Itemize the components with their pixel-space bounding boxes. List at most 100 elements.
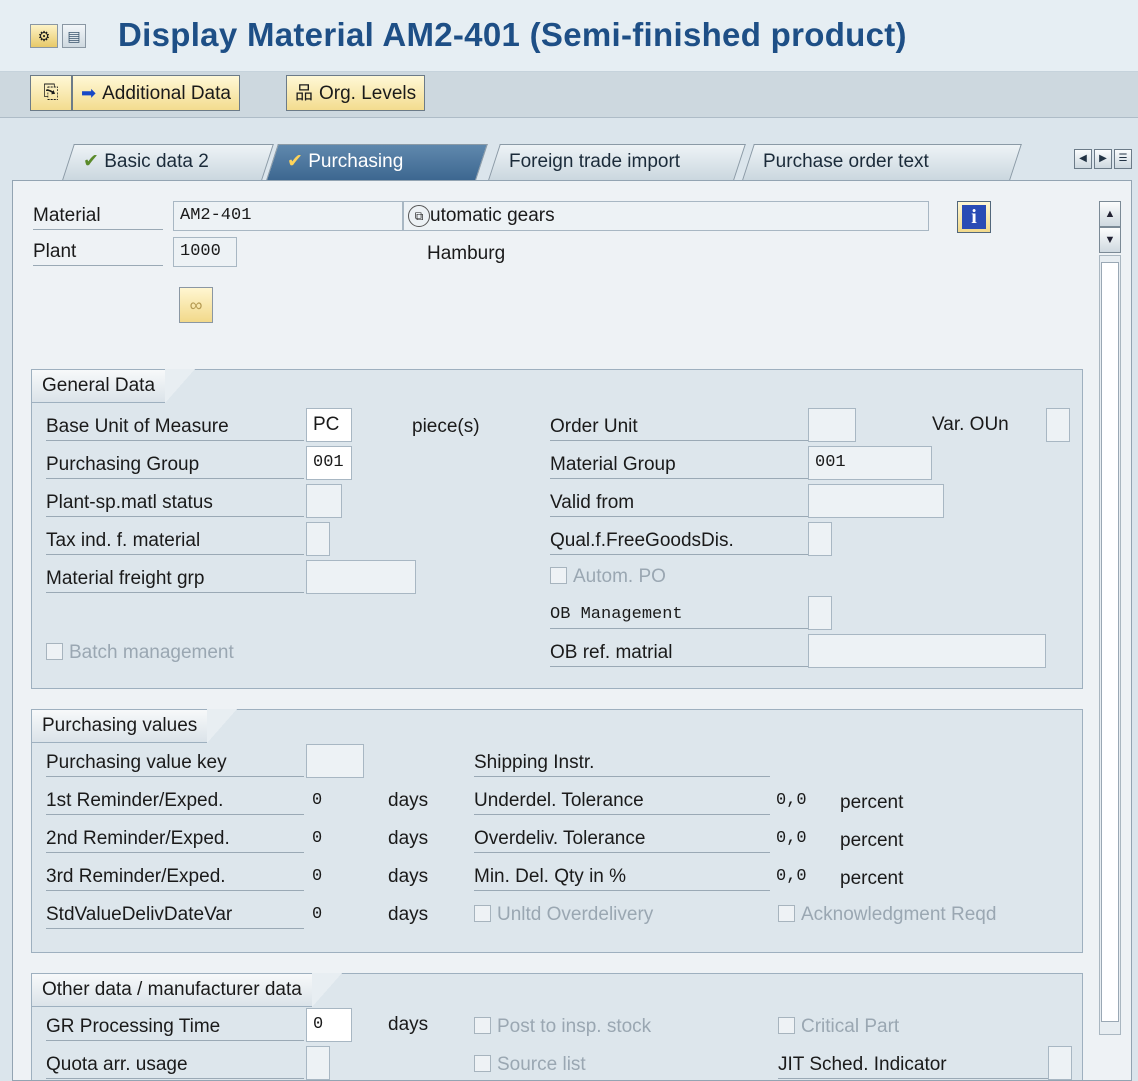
reminder-1-value[interactable]: 0	[312, 788, 322, 814]
qual-free-goods-field[interactable]	[808, 522, 832, 556]
reminder-3-unit: days	[388, 866, 429, 887]
overdelivery-tolerance-value[interactable]: 0,0	[776, 826, 807, 852]
purchasing-group-label: Purchasing Group	[46, 452, 304, 479]
acknowledgment-label: Acknowledgment Reqd	[801, 904, 997, 925]
checkbox-icon	[474, 1017, 491, 1034]
source-list-checkbox[interactable]: Source list	[474, 1052, 586, 1078]
material-field[interactable]: AM2-401	[173, 201, 403, 231]
ob-ref-material-field[interactable]	[808, 634, 1046, 668]
gr-processing-time-unit: days	[388, 1014, 429, 1035]
tab-navigation: ◀ ▶ ☰	[1074, 149, 1132, 169]
std-value-deliv-unit: days	[388, 904, 429, 925]
info-icon: i	[962, 205, 986, 229]
post-to-insp-checkbox[interactable]: Post to insp. stock	[474, 1014, 651, 1040]
scroll-up-icon[interactable]: ▲	[1099, 201, 1121, 227]
general-data-group: General Data Base Unit of Measure PC pie…	[31, 369, 1083, 689]
material-group-field[interactable]: 001	[808, 446, 932, 480]
valid-from-field[interactable]	[808, 484, 944, 518]
autom-po-checkbox[interactable]: Autom. PO	[550, 564, 666, 590]
additional-data-button[interactable]: ➡ Additional Data	[72, 75, 240, 111]
check-icon: ✔	[83, 151, 99, 172]
material-description-field[interactable]: ⧉ utomatic gears	[403, 201, 929, 231]
tab-purchase-order-text[interactable]: Purchase order text	[742, 144, 1022, 180]
autom-po-label: Autom. PO	[573, 566, 666, 587]
checkbox-icon	[778, 905, 795, 922]
valid-from-label: Valid from	[550, 490, 808, 517]
purchasing-group-field[interactable]: 001	[306, 446, 352, 480]
reminder-3-label: 3rd Reminder/Exped.	[46, 864, 304, 891]
org-hierarchy-icon: 品	[295, 83, 313, 103]
tab-label: Purchasing	[308, 151, 404, 172]
reminder-2-unit: days	[388, 828, 429, 849]
reminder-3-value[interactable]: 0	[312, 864, 322, 890]
tab-foreign-trade-import[interactable]: Foreign trade import	[488, 144, 746, 180]
application-toolbar: ⎘ ➡ Additional Data 品 Org. Levels	[0, 72, 1138, 118]
critical-part-checkbox[interactable]: Critical Part	[778, 1014, 899, 1040]
underdelivery-tolerance-value[interactable]: 0,0	[776, 788, 807, 814]
base-uom-field[interactable]: PC	[306, 408, 352, 442]
material-group-label: Material Group	[550, 452, 808, 479]
tab-label: Purchase order text	[763, 151, 929, 172]
tab-left-icon[interactable]: ◀	[1074, 149, 1092, 169]
tax-ind-field[interactable]	[306, 522, 330, 556]
other-data-group: Other data / manufacturer data GR Proces…	[31, 973, 1083, 1080]
reminder-1-unit: days	[388, 790, 429, 811]
acknowledgment-checkbox[interactable]: Acknowledgment Reqd	[778, 902, 996, 928]
plant-field[interactable]: 1000	[173, 237, 237, 267]
jit-sched-field[interactable]	[1048, 1046, 1072, 1080]
plant-status-field[interactable]	[306, 484, 342, 518]
shipping-instr-label: Shipping Instr.	[474, 750, 770, 777]
additional-data-label: Additional Data	[102, 83, 231, 104]
plant-details-button[interactable]: ∞	[179, 287, 213, 323]
tab-right-icon[interactable]: ▶	[1094, 149, 1112, 169]
tab-basic-data-2[interactable]: ✔ Basic data 2	[62, 144, 274, 180]
std-value-deliv-value[interactable]: 0	[312, 902, 322, 928]
title-bar: ⚙ ▤ Display Material AM2-401 (Semi-finis…	[0, 0, 1138, 72]
overdelivery-tolerance-label: Overdeliv. Tolerance	[474, 826, 770, 853]
freight-group-field[interactable]	[306, 560, 416, 594]
org-levels-button[interactable]: 品 Org. Levels	[286, 75, 426, 111]
scroll-track[interactable]	[1099, 255, 1121, 1035]
info-button[interactable]: i	[957, 201, 991, 233]
document-icon[interactable]: ▤	[62, 24, 86, 48]
plant-name: Hamburg	[427, 243, 506, 264]
vertical-scrollbar[interactable]: ▲ ▼	[1099, 201, 1121, 1080]
reminder-2-value[interactable]: 0	[312, 826, 322, 852]
quota-usage-label: Quota arr. usage	[46, 1052, 304, 1079]
reminder-1-label: 1st Reminder/Exped.	[46, 788, 304, 815]
copy-icon: ⎘	[43, 82, 59, 103]
display-toggle-icon[interactable]: ⚙	[30, 24, 58, 48]
ob-ref-material-label: OB ref. matrial	[550, 640, 808, 667]
page-title: Display Material AM2-401 (Semi-finished …	[118, 16, 907, 53]
unltd-overdelivery-checkbox[interactable]: Unltd Overdelivery	[474, 902, 653, 928]
var-oun-field[interactable]	[1046, 408, 1070, 442]
tab-purchasing[interactable]: ✔ Purchasing	[266, 144, 488, 180]
general-data-title: General Data	[31, 369, 196, 403]
purchasing-value-key-field[interactable]	[306, 744, 364, 778]
arrow-right-icon: ➡	[81, 83, 97, 103]
scroll-thumb[interactable]	[1101, 262, 1119, 1022]
material-description: utomatic gears	[430, 205, 555, 226]
purchasing-values-title: Purchasing values	[31, 709, 238, 743]
copy-button[interactable]: ⎘	[30, 75, 72, 111]
jit-sched-label: JIT Sched. Indicator	[778, 1052, 1048, 1079]
underdelivery-tolerance-unit: percent	[840, 792, 904, 813]
min-del-qty-value[interactable]: 0,0	[776, 864, 807, 890]
min-del-qty-unit: percent	[840, 868, 904, 889]
base-uom-text: piece(s)	[412, 416, 480, 437]
scroll-down-icon[interactable]: ▼	[1099, 227, 1121, 253]
unltd-overdelivery-label: Unltd Overdelivery	[497, 904, 654, 925]
content-panel: Material AM2-401 ⧉ utomatic gears i Plant…	[12, 180, 1132, 1081]
gr-processing-time-field[interactable]: 0	[306, 1008, 352, 1042]
tab-list-icon[interactable]: ☰	[1114, 149, 1132, 169]
order-unit-field[interactable]	[808, 408, 856, 442]
purchasing-values-group: Purchasing values Purchasing value key 1…	[31, 709, 1083, 953]
quota-usage-field[interactable]	[306, 1046, 330, 1080]
plant-label: Plant	[33, 239, 163, 266]
batch-management-checkbox[interactable]: Batch management	[46, 640, 234, 666]
freight-group-label: Material freight grp	[46, 566, 304, 593]
other-data-title: Other data / manufacturer data	[31, 973, 342, 1007]
glasses-icon: ∞	[189, 295, 203, 315]
gr-processing-time-label: GR Processing Time	[46, 1014, 304, 1041]
ob-management-field[interactable]	[808, 596, 832, 630]
